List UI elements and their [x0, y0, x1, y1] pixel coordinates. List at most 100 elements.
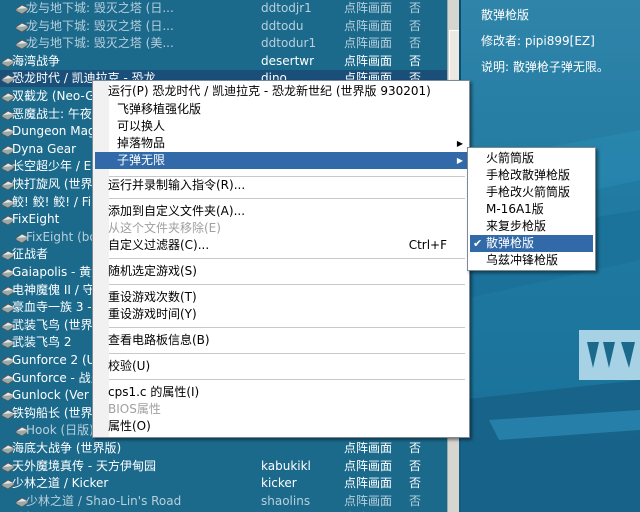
context-menu: 运行(P) 恐龙时代 / 凯迪拉克 - 恐龙新世纪 (世界版 930201) 运… — [92, 80, 470, 438]
game-row[interactable]: 少林之道 / Shao-Lin's Road shaolins 点阵画面 否 — [0, 493, 447, 510]
menu-item-label: 重设游戏时间(Y) — [108, 307, 197, 321]
submenu-infinite-ammo: 火箭筒版 手枪改散弹枪版 手枪改火箭筒版 M-16A1版 来复步枪版 ✔ 散弹枪版 乌兹冲锋枪… — [467, 147, 596, 271]
game-romset: ddtodu — [261, 18, 304, 33]
submenu-item-label: 火箭筒版 — [486, 151, 535, 165]
game-name: 快打旋风 (世界... — [12, 177, 104, 191]
menu-item-reset-play-count[interactable]: 重设游戏次数(T) — [95, 289, 467, 306]
menu-item-label: BIOS属性 — [108, 402, 161, 416]
menu-item-label: 查看电路板信息(B) — [108, 333, 210, 347]
game-row[interactable]: 少林之道 / Kicker kicker 点阵画面 否 — [0, 475, 447, 492]
game-row[interactable]: 天外魔境真传 - 天方伊甸园 kabukikl 点阵画面 否 — [0, 458, 447, 475]
submenu-item[interactable]: ✔ 散弹枪版 — [470, 235, 593, 252]
game-name: 长空超少年 / E... — [12, 159, 103, 174]
menu-item-label: 可以换人 — [117, 119, 166, 133]
menu-item-props[interactable]: 属性(O) — [95, 418, 467, 435]
game-flag: 否 — [409, 476, 422, 491]
game-screen-type: 点阵画面 — [344, 441, 393, 455]
game-romset: kabukikl — [261, 458, 311, 473]
menu-item-cheat[interactable]: 可以换人 — [95, 118, 467, 135]
game-screen-type: 点阵画面 — [344, 1, 393, 15]
menu-separator — [109, 327, 465, 328]
game-name: 征战者 — [12, 247, 49, 262]
game-name: 恶魔战士: 午夜... — [12, 106, 104, 121]
game-flag: 否 — [409, 1, 422, 15]
game-name: 天外魔境真传 - 天方伊甸园 — [12, 458, 156, 473]
menu-item-label: 从这个文件夹移除(E) — [108, 221, 221, 235]
triangle-right-icon: ▶ — [456, 139, 463, 148]
menu-item-cheat[interactable]: 掉落物品 ▶ — [95, 135, 467, 152]
menu-item-run[interactable]: 运行(P) 恐龙时代 / 凯迪拉克 - 恐龙新世纪 (世界版 930201) — [95, 83, 467, 100]
check-icon: ✔ — [473, 237, 483, 250]
menu-item-label: 掉落物品 — [117, 136, 166, 150]
menu-separator — [109, 284, 465, 285]
triangle-right-icon: ▶ — [456, 156, 463, 165]
menu-item-cheat[interactable]: 飞弹移植强化版 — [95, 101, 467, 118]
menu-separator — [109, 258, 465, 259]
game-screen-type: 点阵画面 — [344, 18, 393, 33]
submenu-item[interactable]: 手枪改火箭筒版 — [470, 184, 593, 201]
game-name: 龙与地下城: 毁灭之塔 (美... — [26, 36, 174, 51]
menu-item-label: 运行(P) 恐龙时代 / 凯迪拉克 - 恐龙新世纪 (世界版 930201) — [108, 84, 431, 98]
game-name: 武装飞鸟 2 — [12, 335, 72, 350]
menu-item-run-record[interactable]: 运行并录制输入指令(R)... — [95, 177, 467, 194]
submenu-item-label: 手枪改散弹枪版 — [486, 168, 571, 182]
menu-item-label: 属性(O) — [108, 419, 151, 433]
menu-item-bios-props: BIOS属性 — [95, 401, 467, 418]
submenu-item[interactable]: 来复步枪版 — [470, 218, 593, 235]
submenu-item[interactable]: 手枪改散弹枪版 — [470, 167, 593, 184]
game-screen-type: 点阵画面 — [344, 458, 393, 473]
game-screen-type: 点阵画面 — [344, 36, 393, 51]
menu-item-label: 子弹无限 — [117, 153, 166, 167]
game-screen-type: 点阵画面 — [344, 476, 393, 491]
game-flag: 否 — [409, 458, 422, 473]
menu-separator — [109, 198, 465, 199]
game-screen-type: 点阵画面 — [344, 493, 393, 508]
menu-item-cheat[interactable]: 子弹无限 ▶ — [95, 152, 467, 169]
menu-item-reset-play-time[interactable]: 重设游戏时间(Y) — [95, 306, 467, 323]
game-row[interactable]: 龙与地下城: 毁灭之塔 (美... ddtodur1 点阵画面 否 — [0, 35, 447, 52]
submenu-item-label: 乌兹冲锋枪版 — [486, 253, 559, 267]
menu-item-label: cps1.c 的属性(I) — [108, 385, 200, 399]
submenu-item-label: 手枪改火箭筒版 — [486, 185, 571, 199]
game-romset: desertwr — [261, 53, 315, 68]
game-romset: ddtodjr1 — [261, 1, 312, 15]
game-row[interactable]: 龙与地下城: 毁灭之塔 (日... ddtodu 点阵画面 否 — [0, 18, 447, 35]
submenu-item-label: 散弹枪版 — [486, 236, 535, 250]
game-row[interactable]: 海湾战争 desertwr 点阵画面 否 — [0, 53, 447, 70]
submenu-item[interactable]: 火箭筒版 — [470, 150, 593, 167]
game-flag: 否 — [409, 441, 422, 455]
menu-item-label: 校验(U) — [108, 359, 151, 373]
cheat-title: 散弹枪版 — [481, 8, 530, 22]
submenu-item-label: 来复步枪版 — [486, 219, 547, 233]
game-row[interactable]: 龙与地下城: 毁灭之塔 (日... ddtodjr1 点阵画面 否 — [0, 0, 447, 17]
game-flag: 否 — [409, 53, 422, 68]
menu-item-driver-props[interactable]: cps1.c 的属性(I) — [95, 384, 467, 401]
cheat-description: 说明: 散弹枪子弹无限。 — [481, 60, 609, 74]
menu-item-random-game[interactable]: 随机选定游戏(S) — [95, 263, 467, 280]
game-romset: kicker — [261, 476, 297, 491]
game-flag: 否 — [409, 493, 422, 508]
menu-item-label: 运行并录制输入指令(R)... — [108, 178, 246, 192]
game-romset: ddtodur1 — [261, 36, 317, 51]
menu-item-board-info[interactable]: 查看电路板信息(B) — [95, 332, 467, 349]
game-name: 龙与地下城: 毁灭之塔 (日... — [26, 18, 174, 33]
game-name: Dyna Gear — [12, 141, 77, 156]
menu-item-label: 添加到自定义文件夹(A)... — [108, 204, 246, 218]
submenu-item-label: M-16A1版 — [486, 202, 544, 216]
menu-item-audit[interactable]: 校验(U) — [95, 358, 467, 375]
menu-item-custom-filter[interactable]: 自定义过滤器(C)... Ctrl+F — [95, 237, 467, 254]
menu-separator — [109, 379, 465, 380]
menu-separator — [109, 353, 465, 354]
game-name: 武装飞鸟 (世界... — [12, 317, 104, 332]
menu-item-label: 自定义过滤器(C)... — [108, 238, 210, 252]
game-name: 龙与地下城: 毁灭之塔 (日... — [26, 1, 174, 15]
submenu-item[interactable]: M-16A1版 — [470, 201, 593, 218]
game-row[interactable]: 海底大战争 (世界版) 点阵画面 否 — [0, 440, 447, 457]
menu-item-label: 随机选定游戏(S) — [108, 264, 197, 278]
menu-item-add-folder[interactable]: 添加到自定义文件夹(A)... — [95, 203, 467, 220]
menu-item-shortcut: Ctrl+F — [408, 238, 447, 252]
game-romset: shaolins — [261, 493, 311, 508]
menu-item-remove-folder: 从这个文件夹移除(E) — [95, 220, 467, 237]
submenu-item[interactable]: 乌兹冲锋枪版 — [470, 252, 593, 269]
game-name: 少林之道 / Kicker — [12, 476, 109, 491]
